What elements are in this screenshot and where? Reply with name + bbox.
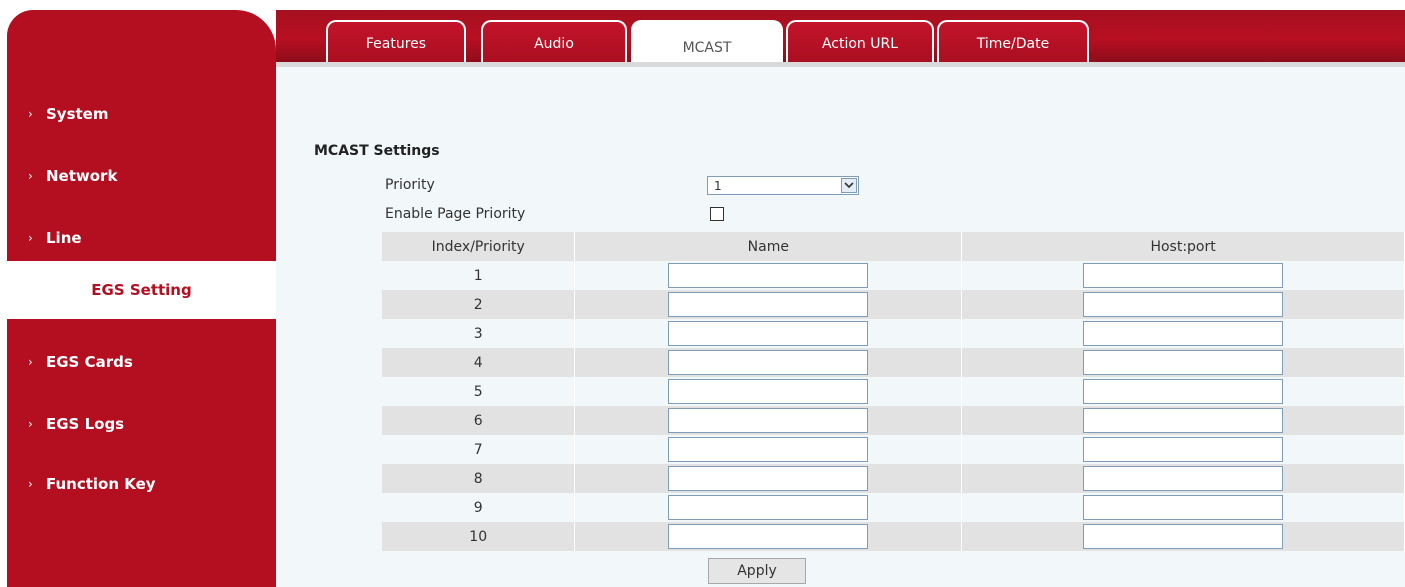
name-input[interactable] bbox=[668, 350, 869, 375]
name-input[interactable] bbox=[668, 524, 869, 549]
chevron-right-icon: › bbox=[28, 231, 33, 245]
sidebar-item-label: Network bbox=[46, 167, 118, 185]
row-index: 7 bbox=[382, 435, 576, 464]
sidebar-item-egs-setting[interactable]: › EGS Setting bbox=[7, 261, 276, 319]
tab-action-url[interactable]: Action URL bbox=[786, 20, 934, 66]
tab-bar: Features Audio MCAST Action URL Time/Dat… bbox=[276, 10, 1405, 74]
table-row: 8 bbox=[382, 464, 1405, 493]
table-row: 6 bbox=[382, 406, 1405, 435]
name-input[interactable] bbox=[668, 379, 869, 404]
tab-audio[interactable]: Audio bbox=[481, 20, 627, 66]
host-port-input[interactable] bbox=[1083, 408, 1284, 433]
row-index: 5 bbox=[382, 377, 576, 406]
sidebar-item-label: EGS Cards bbox=[46, 353, 133, 371]
row-index: 9 bbox=[382, 493, 576, 522]
priority-label: Priority bbox=[385, 177, 435, 193]
tab-label: Time/Date bbox=[976, 36, 1050, 52]
row-index: 8 bbox=[382, 464, 576, 493]
host-port-input[interactable] bbox=[1083, 524, 1284, 549]
sidebar-item-egs-cards[interactable]: › EGS Cards bbox=[7, 333, 276, 391]
tab-time-date[interactable]: Time/Date bbox=[937, 20, 1089, 66]
chevron-right-icon: › bbox=[28, 477, 33, 491]
table-row: 2 bbox=[382, 290, 1405, 319]
table-row: 4 bbox=[382, 348, 1405, 377]
chevron-down-icon[interactable] bbox=[841, 178, 857, 193]
sidebar-item-function-key[interactable]: › Function Key bbox=[7, 455, 276, 513]
row-index: 2 bbox=[382, 290, 576, 319]
host-port-input[interactable] bbox=[1083, 379, 1284, 404]
sidebar-item-label: Function Key bbox=[46, 475, 156, 493]
table-row: 5 bbox=[382, 377, 1405, 406]
name-input[interactable] bbox=[668, 437, 869, 462]
sidebar-item-label: Line bbox=[46, 229, 82, 247]
enable-page-priority-label: Enable Page Priority bbox=[385, 206, 526, 222]
tab-label: Audio bbox=[534, 36, 574, 52]
host-port-input[interactable] bbox=[1083, 321, 1284, 346]
sidebar-item-system[interactable]: › System bbox=[7, 85, 276, 143]
name-input[interactable] bbox=[668, 292, 869, 317]
host-port-input[interactable] bbox=[1083, 437, 1284, 462]
chevron-right-icon: › bbox=[28, 417, 33, 431]
enable-page-priority-checkbox[interactable] bbox=[710, 207, 724, 221]
name-input[interactable] bbox=[668, 495, 869, 520]
table-row: 3 bbox=[382, 319, 1405, 348]
apply-button[interactable]: Apply bbox=[708, 558, 806, 584]
chevron-right-icon: › bbox=[28, 169, 33, 183]
name-input[interactable] bbox=[668, 263, 869, 288]
table-row: 9 bbox=[382, 493, 1405, 522]
host-port-input[interactable] bbox=[1083, 495, 1284, 520]
sidebar-item-line[interactable]: › Line bbox=[7, 209, 276, 267]
sidebar-item-egs-logs[interactable]: › EGS Logs bbox=[7, 395, 276, 453]
column-header-host: Host:port bbox=[961, 232, 1405, 261]
sidebar-item-network[interactable]: › Network bbox=[7, 147, 276, 205]
chevron-right-icon: › bbox=[28, 107, 33, 121]
mcast-table: Index/Priority Name Host:port 1 2 3 4 5 bbox=[382, 232, 1405, 551]
column-header-index: Index/Priority bbox=[382, 232, 576, 261]
sidebar-item-label: EGS Logs bbox=[46, 415, 125, 433]
table-row: 10 bbox=[382, 522, 1405, 551]
section-title: MCAST Settings bbox=[314, 143, 440, 159]
name-input[interactable] bbox=[668, 408, 869, 433]
row-index: 3 bbox=[382, 319, 576, 348]
table-row: 1 bbox=[382, 261, 1405, 290]
tab-label: Features bbox=[365, 36, 427, 52]
sidebar-item-label: System bbox=[46, 105, 109, 123]
name-input[interactable] bbox=[668, 466, 869, 491]
host-port-input[interactable] bbox=[1083, 292, 1284, 317]
tab-features[interactable]: Features bbox=[326, 20, 466, 66]
priority-select[interactable]: 1 bbox=[707, 176, 859, 195]
tab-label: Action URL bbox=[821, 36, 899, 52]
sidebar: › System › Network › Line › EGS Setting … bbox=[7, 10, 276, 587]
chevron-right-icon: › bbox=[28, 355, 33, 369]
row-index: 6 bbox=[382, 406, 576, 435]
row-index: 4 bbox=[382, 348, 576, 377]
row-index: 10 bbox=[382, 522, 576, 551]
table-row: 7 bbox=[382, 435, 1405, 464]
row-index: 1 bbox=[382, 261, 576, 290]
sidebar-item-label: EGS Setting bbox=[91, 281, 192, 299]
host-port-input[interactable] bbox=[1083, 466, 1284, 491]
priority-value: 1 bbox=[714, 179, 722, 193]
tab-label: MCAST bbox=[682, 40, 732, 56]
host-port-input[interactable] bbox=[1083, 263, 1284, 288]
name-input[interactable] bbox=[668, 321, 869, 346]
host-port-input[interactable] bbox=[1083, 350, 1284, 375]
column-header-name: Name bbox=[574, 232, 963, 261]
